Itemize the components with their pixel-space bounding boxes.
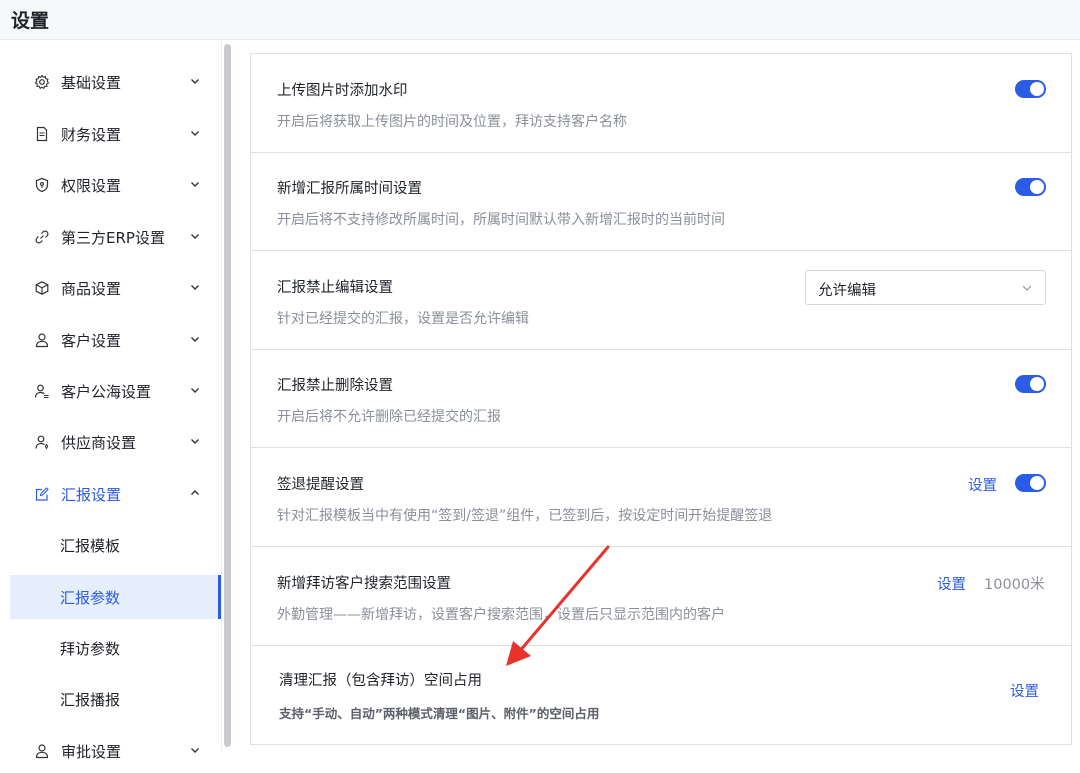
sidebar-item-public-pool[interactable]: 客户公海设置 — [0, 369, 221, 413]
toggle-knob — [1030, 180, 1044, 194]
setting-title: 新增汇报所属时间设置 — [277, 181, 422, 197]
sidebar-item-label: 客户设置 — [61, 332, 122, 350]
sidebar-item-label: 财务设置 — [61, 126, 122, 144]
chevron-down-icon — [191, 439, 199, 444]
sidebar-item-label: 商品设置 — [61, 280, 122, 298]
sidebar-item-basic[interactable]: 基础设置 — [0, 60, 221, 104]
setting-description: 外勤管理——新增拜访，设置客户搜索范围，设置后只显示范围内的客户 — [277, 607, 725, 623]
chevron-down-icon — [191, 234, 199, 239]
setting-title: 汇报禁止编辑设置 — [277, 280, 393, 296]
watermark-toggle[interactable] — [1015, 80, 1046, 98]
search-range-settings-link[interactable]: 设置 — [937, 573, 966, 594]
chevron-down-icon — [191, 285, 199, 290]
setting-title: 上传图片时添加水印 — [277, 83, 408, 99]
setting-title: 新增拜访客户搜索范围设置 — [277, 576, 451, 592]
sidebar-subitem-label: 汇报参数 — [60, 589, 121, 607]
setting-description: 开启后将获取上传图片的时间及位置，拜访支持客户名称 — [277, 114, 627, 130]
toggle-knob — [1030, 377, 1044, 391]
chevron-up-icon — [191, 490, 199, 495]
sidebar-subitem-visit-params[interactable]: 拜访参数 — [10, 626, 221, 670]
top-bar: 设置 — [0, 0, 1080, 40]
user-tie-icon — [35, 435, 49, 450]
gear-icon — [34, 74, 50, 90]
sidebar-item-label: 基础设置 — [61, 74, 122, 92]
setting-row-visit-search-range: 新增拜访客户搜索范围设置 外勤管理——新增拜访，设置客户搜索范围，设置后只显示范… — [251, 547, 1071, 646]
chevron-down-icon — [191, 131, 199, 136]
sidebar-subitem-report-params[interactable]: 汇报参数 — [10, 575, 221, 619]
settings-panel: 上传图片时添加水印 开启后将获取上传图片的时间及位置，拜访支持客户名称 新增汇报… — [250, 53, 1072, 745]
chevron-down-icon — [191, 79, 199, 84]
sidebar-subitem-report-broadcast[interactable]: 汇报播报 — [10, 677, 221, 721]
user-icon — [35, 333, 49, 348]
sidebar-item-label: 审批设置 — [61, 743, 122, 761]
setting-title: 汇报禁止删除设置 — [277, 378, 393, 394]
sidebar-item-finance[interactable]: 财务设置 — [0, 112, 221, 156]
setting-row-watermark: 上传图片时添加水印 开启后将获取上传图片的时间及位置，拜访支持客户名称 — [251, 54, 1071, 153]
sidebar-item-suppliers[interactable]: 供应商设置 — [0, 420, 221, 464]
setting-description: 支持“手动、自动”两种模式清理“图片、附件”的空间占用 — [279, 706, 600, 721]
setting-title: 清理汇报（包含拜访）空间占用 — [279, 673, 482, 689]
chevron-down-icon — [1022, 285, 1032, 291]
page-title: 设置 — [11, 10, 50, 32]
setting-row-delete-lock: 汇报禁止删除设置 开启后将不允许删除已经提交的汇报 — [251, 350, 1071, 448]
link-icon — [35, 230, 49, 244]
sidebar-subitem-label: 汇报模板 — [60, 537, 121, 555]
sidebar-item-customers[interactable]: 客户设置 — [0, 318, 221, 362]
sidebar-item-label: 供应商设置 — [61, 434, 137, 452]
signout-settings-link[interactable]: 设置 — [968, 474, 997, 495]
sidebar-item-permissions[interactable]: 权限设置 — [0, 163, 221, 207]
cleanup-settings-link[interactable]: 设置 — [1010, 680, 1039, 701]
sidebar-item-label: 客户公海设置 — [61, 383, 152, 401]
sidebar-subitem-report-template[interactable]: 汇报模板 — [10, 523, 221, 567]
box-icon — [35, 281, 49, 295]
setting-description: 针对已经提交的汇报，设置是否允许编辑 — [277, 311, 529, 327]
setting-description: 针对汇报模板当中有使用“签到/签退”组件，已签到后，按设定时间开始提醒签退 — [277, 508, 773, 524]
select-value: 允许编辑 — [818, 283, 876, 299]
user-icon — [35, 744, 49, 759]
setting-row-signout-reminder: 签退提醒设置 针对汇报模板当中有使用“签到/签退”组件，已签到后，按设定时间开始… — [251, 448, 1071, 547]
sidebar-item-erp[interactable]: 第三方ERP设置 — [0, 215, 221, 259]
shield-icon — [35, 177, 49, 193]
search-range-value: 10000米 — [984, 577, 1045, 593]
sidebar-item-label: 汇报设置 — [61, 486, 122, 504]
sidebar-subitem-label: 汇报播报 — [60, 691, 121, 709]
setting-description: 开启后将不允许删除已经提交的汇报 — [277, 409, 501, 425]
setting-row-report-time: 新增汇报所属时间设置 开启后将不支持修改所属时间，所属时间默认带入新增汇报时的当… — [251, 153, 1071, 251]
sidebar-item-products[interactable]: 商品设置 — [0, 266, 221, 310]
chevron-down-icon — [191, 182, 199, 187]
chevron-down-icon — [191, 388, 199, 393]
sidebar: 基础设置 财务设置 权限设置 第三方ERP设置 商品设置 客户设置 客户公海设置 — [0, 40, 234, 761]
setting-title: 签退提醒设置 — [277, 477, 364, 493]
sidebar-item-approval[interactable]: 审批设置 — [0, 729, 221, 773]
sidebar-item-label: 权限设置 — [61, 177, 122, 195]
toggle-knob — [1030, 476, 1044, 490]
edit-icon — [35, 487, 49, 501]
setting-row-cleanup-storage: 清理汇报（包含拜访）空间占用 支持“手动、自动”两种模式清理“图片、附件”的空间… — [251, 646, 1071, 744]
sidebar-subitem-label: 拜访参数 — [60, 640, 121, 658]
chevron-down-icon — [191, 337, 199, 342]
sidebar-item-label: 第三方ERP设置 — [61, 229, 165, 247]
signout-reminder-toggle[interactable] — [1015, 474, 1046, 492]
delete-lock-toggle[interactable] — [1015, 375, 1046, 393]
report-time-toggle[interactable] — [1015, 178, 1046, 196]
sidebar-item-report-settings[interactable]: 汇报设置 — [0, 472, 221, 516]
sidebar-scrollbar-thumb[interactable] — [224, 44, 231, 747]
setting-description: 开启后将不支持修改所属时间，所属时间默认带入新增汇报时的当前时间 — [277, 212, 725, 228]
document-icon — [36, 126, 48, 142]
edit-permission-select[interactable]: 允许编辑 — [805, 270, 1046, 305]
user-group-icon — [34, 384, 49, 399]
toggle-knob — [1030, 82, 1044, 96]
chevron-down-icon — [191, 748, 199, 753]
setting-row-edit-lock: 汇报禁止编辑设置 针对已经提交的汇报，设置是否允许编辑 允许编辑 — [251, 251, 1071, 350]
